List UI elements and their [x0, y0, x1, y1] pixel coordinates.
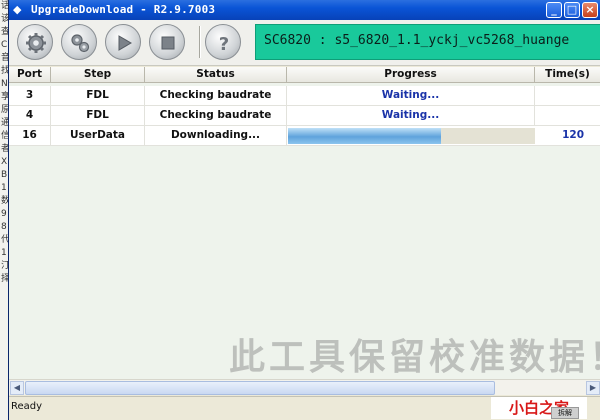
toolbar: ? SC6820 : s5_6820_1.1_yckj_vc5268_huang… [9, 20, 600, 66]
stamp-label: 拆解 [551, 407, 579, 419]
play-icon [118, 35, 132, 51]
settings-button[interactable] [17, 24, 53, 60]
stop-icon [161, 36, 175, 50]
status-cell: Checking baudrate [145, 106, 287, 126]
watermark-text: 此工具保留校准数据！ [229, 337, 600, 378]
table-row[interactable]: 16 UserData Downloading... 120 [9, 126, 600, 146]
header-port[interactable]: Port [9, 67, 51, 83]
progress-cell: Waiting... [287, 86, 535, 106]
stop-button[interactable] [149, 24, 185, 60]
time-cell: 120 [535, 126, 600, 146]
progress-bar-fill [288, 128, 442, 144]
scroll-left-arrow[interactable]: ◀ [10, 381, 24, 395]
toolbar-separator [199, 26, 201, 58]
help-button[interactable]: ? [205, 24, 241, 60]
title-bar[interactable]: ◆ UpgradeDownload - R2.9.7003 _ □ × [9, 0, 600, 20]
start-button[interactable] [105, 24, 141, 60]
scroll-right-arrow[interactable]: ▶ [586, 381, 600, 395]
status-cell: Checking baudrate [145, 86, 287, 106]
gears-icon [71, 34, 90, 53]
status-text: Ready [11, 401, 43, 412]
maximize-button[interactable]: □ [564, 2, 580, 18]
header-progress[interactable]: Progress [287, 67, 535, 83]
scrollbar-thumb[interactable] [25, 381, 495, 395]
minimize-button[interactable]: _ [546, 2, 562, 18]
header-status[interactable]: Status [145, 67, 287, 83]
device-info-bar: SC6820 : s5_6820_1.1_yckj_vc5268_huange [255, 24, 600, 60]
time-cell [535, 86, 600, 106]
progress-bar [288, 128, 535, 144]
progress-cell: Waiting... [287, 106, 535, 126]
port-cell: 16 [9, 126, 51, 146]
upgrade-download-window: ◆ UpgradeDownload - R2.9.7003 _ □ × ? SC… [8, 0, 600, 420]
app-icon: ◆ [13, 3, 22, 16]
step-cell: FDL [51, 106, 145, 126]
svg-text:?: ? [219, 34, 229, 55]
device-info-text: SC6820 : s5_6820_1.1_yckj_vc5268_huange [264, 33, 570, 48]
gear-icon [26, 33, 46, 53]
step-cell: UserData [51, 126, 145, 146]
options-button[interactable] [61, 24, 97, 60]
time-cell [535, 106, 600, 126]
status-bar: Ready 小白之家 拆解 [9, 396, 600, 420]
header-step[interactable]: Step [51, 67, 145, 83]
header-time[interactable]: Time(s) [535, 67, 600, 83]
status-cell: Downloading... [145, 126, 287, 146]
table-row[interactable]: 3 FDL Checking baudrate Waiting... [9, 86, 600, 106]
question-icon: ? [219, 34, 229, 55]
port-cell: 4 [9, 106, 51, 126]
window-title: UpgradeDownload - R2.9.7003 [31, 3, 216, 16]
table-row[interactable]: 4 FDL Checking baudrate Waiting... [9, 106, 600, 126]
close-button[interactable]: × [582, 2, 598, 18]
step-cell: FDL [51, 86, 145, 106]
horizontal-scrollbar[interactable]: ◀ ▶ [9, 379, 600, 395]
port-cell: 3 [9, 86, 51, 106]
